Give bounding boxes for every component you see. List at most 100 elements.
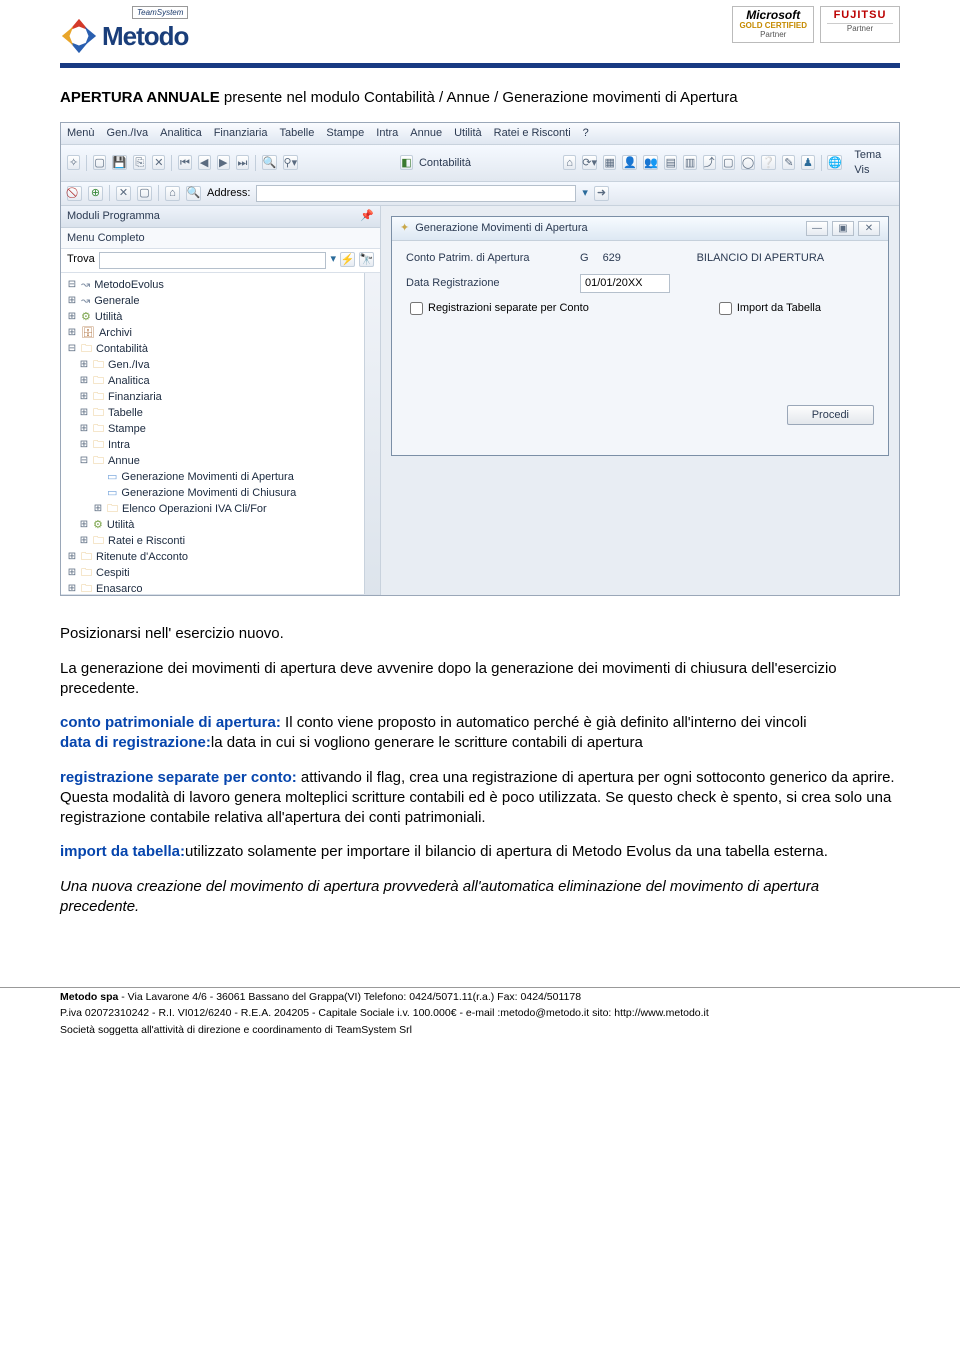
proceed-button[interactable]: Procedi xyxy=(787,405,874,425)
sidebar-search: Trova ▾ ⚡ 🔭 xyxy=(61,249,380,273)
open-icon[interactable]: ▢ xyxy=(93,155,106,170)
tree-node[interactable]: ⊞🗀Enasarco xyxy=(65,581,378,595)
menu-item[interactable]: Intra xyxy=(376,126,398,141)
child-window: ✦ Generazione Movimenti di Apertura — ▣ … xyxy=(391,216,889,457)
search-icon[interactable]: 🔍 xyxy=(262,155,277,170)
module-icon[interactable]: ◧ xyxy=(400,155,413,170)
circle-icon[interactable]: ◯ xyxy=(741,155,755,170)
globe-icon[interactable]: 🌐 xyxy=(827,155,842,170)
users-icon[interactable]: 👥 xyxy=(643,155,658,170)
nav-tree[interactable]: ⊟↝MetodoEvolus⊞↝Generale⊞⚙Utilità⊞🗄Archi… xyxy=(61,273,380,595)
person-icon[interactable]: ♟ xyxy=(801,155,814,170)
tree-node[interactable]: ⊟🗀Contabilità xyxy=(65,341,378,357)
main-pane: ✦ Generazione Movimenti di Apertura — ▣ … xyxy=(381,206,899,596)
date-input[interactable] xyxy=(580,274,670,293)
menu-item[interactable]: Ratei e Risconti xyxy=(494,126,571,141)
search-go-icon[interactable]: ⚡ xyxy=(340,252,355,267)
tree-node[interactable]: ⊞🗀Cespiti xyxy=(65,565,378,581)
save-icon[interactable]: 💾 xyxy=(112,155,127,170)
doc1-icon[interactable]: ▤ xyxy=(664,155,677,170)
tree-node[interactable]: ▭Generazione Movimenti di Apertura xyxy=(65,469,378,485)
tool-icon[interactable]: ▦ xyxy=(603,155,616,170)
doc2-icon[interactable]: ▥ xyxy=(683,155,696,170)
go-icon[interactable]: ⊕ xyxy=(88,186,103,201)
header-rule xyxy=(60,63,900,68)
brand-text: Metodo xyxy=(102,21,188,52)
chk-import-box[interactable] xyxy=(719,302,732,315)
doc-header: TeamSystem Metodo Microsoft GOLD CERTIFI… xyxy=(0,0,960,59)
tree-node[interactable]: ⊞⚙Utilità xyxy=(65,517,378,533)
window-titlebar[interactable]: ✦ Generazione Movimenti di Apertura — ▣ … xyxy=(392,217,888,241)
home-icon[interactable]: ⌂ xyxy=(563,155,576,170)
next-icon[interactable]: ▶ xyxy=(217,155,230,170)
back-icon[interactable]: ✕ xyxy=(116,186,131,201)
tree-node[interactable]: ⊞🗀Intra xyxy=(65,437,378,453)
fwd-icon[interactable]: ▢ xyxy=(137,186,152,201)
tree-node[interactable]: ⊞🗀Gen./Iva xyxy=(65,357,378,373)
stop-icon[interactable]: ⃠ xyxy=(67,186,82,201)
menu-item[interactable]: Finanziaria xyxy=(214,126,268,141)
address-input[interactable] xyxy=(256,185,576,202)
tree-node[interactable]: ⊞⚙Utilità xyxy=(65,309,378,325)
go2-icon[interactable]: ➜ xyxy=(594,186,609,201)
tree-node[interactable]: ⊞🗀Elenco Operazioni IVA Cli/For xyxy=(65,501,378,517)
first-icon[interactable]: ⏮ xyxy=(178,155,191,170)
menubar[interactable]: Menù Gen./Iva Analitica Finanziaria Tabelle S… xyxy=(61,123,899,145)
tree-node[interactable]: ⊞🗀Ritenute d'Acconto xyxy=(65,549,378,565)
tree-node[interactable]: ⊞🗀Tabelle xyxy=(65,405,378,421)
para-2: La generazione dei movimenti di apertura… xyxy=(60,659,900,700)
chk-separate[interactable]: Registrazioni separate per Conto xyxy=(410,301,589,316)
tree-node[interactable]: ⊞🗀Finanziaria xyxy=(65,389,378,405)
chk-import[interactable]: Import da Tabella xyxy=(719,301,821,316)
export-icon[interactable]: ⤴ xyxy=(703,155,716,170)
close-button[interactable]: ✕ xyxy=(858,221,880,236)
prev-icon[interactable]: ◀ xyxy=(198,155,211,170)
min-button[interactable]: — xyxy=(806,221,828,236)
filter-icon[interactable]: ⚲▾ xyxy=(283,155,298,170)
user-icon[interactable]: 👤 xyxy=(622,155,637,170)
pin-icon[interactable]: 📌 xyxy=(360,209,374,224)
menu-item[interactable]: Analitica xyxy=(160,126,202,141)
tree-node[interactable]: ⊟↝MetodoEvolus xyxy=(65,277,378,293)
brand-logo: TeamSystem Metodo xyxy=(60,6,188,55)
sidebar: Moduli Programma 📌 Menu Completo Trova ▾… xyxy=(61,206,381,596)
delete-icon[interactable]: ✕ xyxy=(152,155,165,170)
refresh-icon[interactable]: ⟳▾ xyxy=(582,155,597,170)
menu-item[interactable]: Stampe xyxy=(326,126,364,141)
help-icon[interactable]: ❔ xyxy=(761,155,776,170)
chk-separate-box[interactable] xyxy=(410,302,423,315)
tree-node[interactable]: ⊟🗀Annue xyxy=(65,453,378,469)
tree-node[interactable]: ⊞🗄Archivi xyxy=(65,325,378,341)
para-4: registrazione separate per conto: attiva… xyxy=(60,768,900,829)
address-bar: ⃠ ⊕ ✕ ▢ ⌂ 🔍 Address: ▾ ➜ xyxy=(61,182,899,206)
menu-item[interactable]: Utilità xyxy=(454,126,482,141)
doc-title: APERTURA ANNUALE presente nel modulo Con… xyxy=(60,88,900,108)
edit-icon[interactable]: ✎ xyxy=(782,155,795,170)
menu-item[interactable]: Menù xyxy=(67,126,95,141)
menu-item[interactable]: Gen./Iva xyxy=(107,126,149,141)
app-screenshot: Menù Gen./Iva Analitica Finanziaria Tabelle S… xyxy=(60,122,900,596)
theme-label[interactable]: Tema Vis xyxy=(854,148,893,178)
last-icon[interactable]: ⏭ xyxy=(236,155,249,170)
home2-icon[interactable]: ⌂ xyxy=(165,186,180,201)
tree-node[interactable]: ⊞↝Generale xyxy=(65,293,378,309)
find-icon[interactable]: 🔍 xyxy=(186,186,201,201)
search-binoc-icon[interactable]: 🔭 xyxy=(359,252,374,267)
tree-node[interactable]: ⊞🗀Analitica xyxy=(65,373,378,389)
max-button[interactable]: ▣ xyxy=(832,221,854,236)
save-as-icon[interactable]: ⎘ xyxy=(133,155,146,170)
menu-item[interactable]: Annue xyxy=(410,126,442,141)
menu-item[interactable]: Tabelle xyxy=(280,126,315,141)
tree-node[interactable]: ▭Generazione Movimenti di Chiusura xyxy=(65,485,378,501)
toolbar[interactable]: ✧ ▢ 💾 ⎘ ✕ ⏮ ◀ ▶ ⏭ 🔍 ⚲▾ ◧ Contabilità ⌂ ⟳… xyxy=(61,145,899,182)
window-title: Generazione Movimenti di Apertura xyxy=(415,221,587,236)
metodo-icon xyxy=(60,17,98,55)
badge-fujitsu: FUJITSU Partner xyxy=(820,6,900,43)
tree-node[interactable]: ⊞🗀Stampe xyxy=(65,421,378,437)
partner-badges: Microsoft GOLD CERTIFIED Partner FUJITSU… xyxy=(732,6,900,43)
menu-item[interactable]: ? xyxy=(583,126,589,141)
tree-node[interactable]: ⊞🗀Ratei e Risconti xyxy=(65,533,378,549)
new-icon[interactable]: ✧ xyxy=(67,155,80,170)
page-icon[interactable]: ▢ xyxy=(722,155,735,170)
sidebar-search-input[interactable] xyxy=(99,252,327,269)
